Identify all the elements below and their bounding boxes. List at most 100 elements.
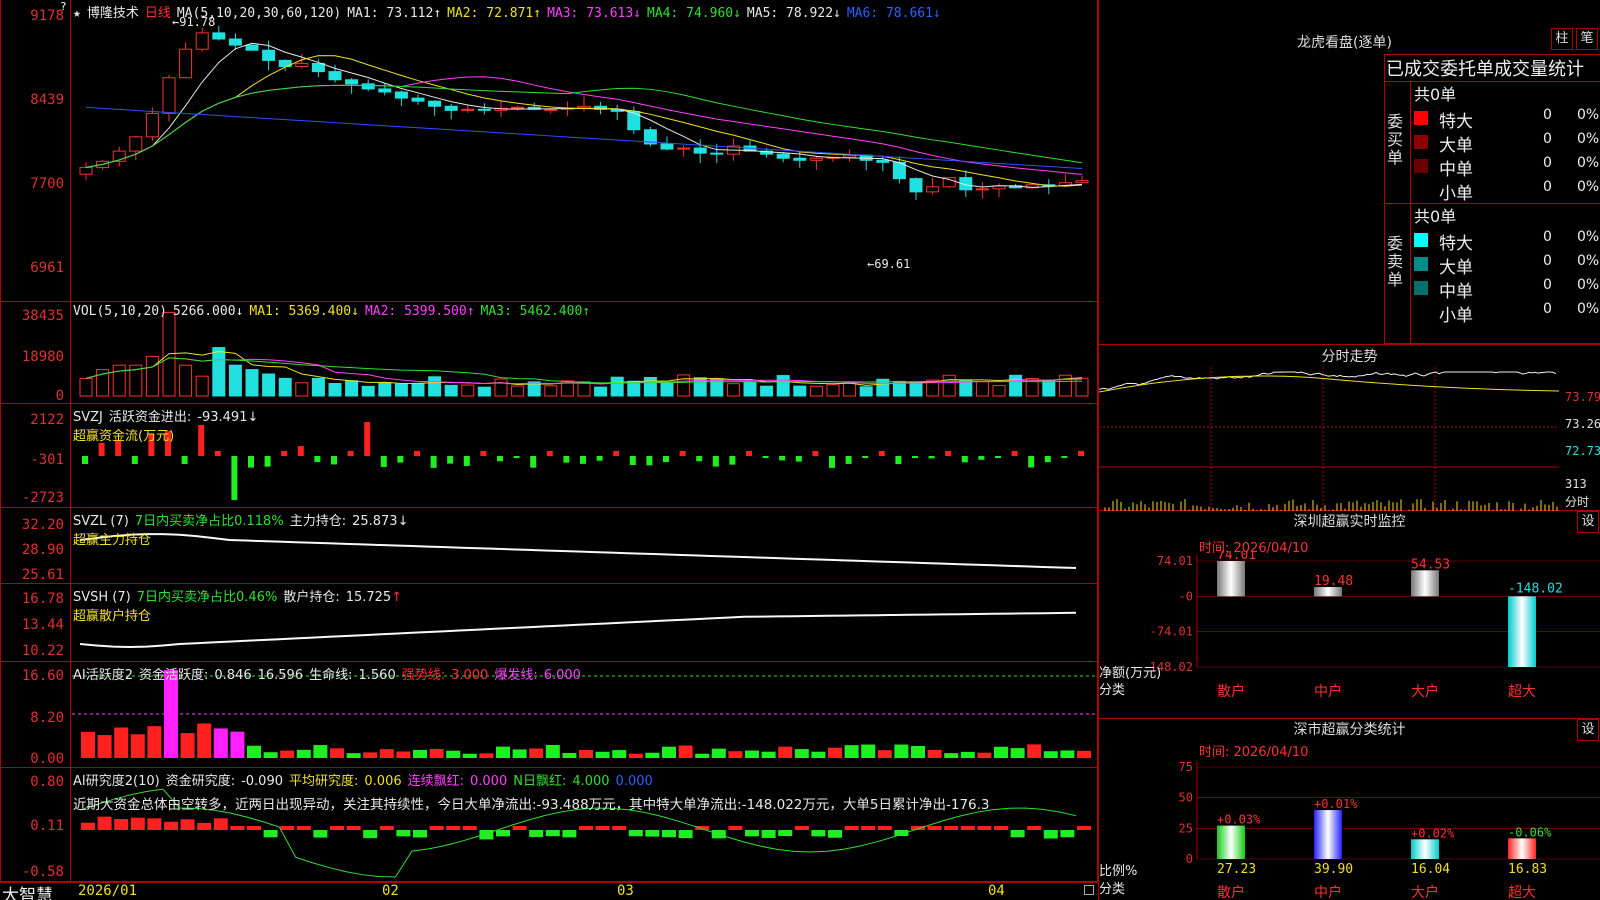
sz-monitor-settings-button[interactable]: 设 [1577, 511, 1599, 533]
dragon-table: 已成交委托单成交量统计 委买单 共0单 特大 0 0% 大单 0 0% 中单 0 0% 小单 0 0% 委… [1384, 54, 1600, 345]
research-bar [413, 830, 427, 838]
intraday-title: 分时走势 [1321, 349, 1378, 365]
ai-active-value2: 16.596 [257, 668, 304, 683]
volume-bar [909, 381, 923, 397]
monitor-bar-label: -148.02 [1508, 581, 1563, 596]
research-bar [944, 826, 959, 830]
svsh-label: SVSH (7) [73, 590, 131, 605]
research-bar [147, 818, 162, 830]
vol-ma-values: MA1: 5369.400↓ MA2: 5399.500↑ MA3: 5462.40… [249, 304, 596, 319]
buy-row-count: 0 [1543, 131, 1552, 147]
fund-flow-bar [181, 456, 188, 464]
research-bar [562, 830, 577, 838]
research-bar [545, 830, 560, 837]
ai-research-extra: 0.000 [615, 774, 653, 789]
intraday-panel[interactable]: 分时走势 73.79 73.26 72.73 313 分时 [1098, 345, 1600, 511]
sell-swatch [1414, 281, 1428, 295]
class-change-label: +0.01% [1314, 797, 1358, 811]
activity-bar [164, 670, 178, 758]
volume-bar [544, 385, 558, 397]
svzj-tick: 2122 [30, 412, 64, 428]
sz-class-settings-button[interactable]: 设 [1577, 719, 1599, 741]
favorite-star-icon[interactable]: ★ [73, 6, 81, 21]
activity-bar [1043, 751, 1058, 758]
fund-flow-bar [314, 456, 321, 462]
candle [876, 159, 890, 163]
sz-class-panel[interactable]: 深市超赢分类统计 设 时间: 2026/04/10 75 50 25 0 +0.03% 2… [1098, 719, 1600, 900]
activity-bar [529, 748, 544, 758]
kline-plot[interactable]: ←91.78 ←69.61 [72, 0, 1098, 301]
research-bar [280, 826, 295, 830]
price-tick: 7700 [30, 176, 64, 192]
monitor-bar [1508, 596, 1536, 667]
candle [843, 154, 857, 158]
tick-mode-button[interactable]: 笔 [1576, 28, 1598, 50]
activity-bar [828, 747, 842, 758]
kline-panel[interactable]: 9178 8439 7700 6961 ? ←91.78 ←69.61 ★ 博隆技术… [0, 0, 1098, 302]
buy-row-count: 0 [1543, 179, 1552, 195]
ai-research-tick: 0.80 [30, 774, 64, 790]
volume-bar [743, 381, 757, 397]
research-bar [247, 826, 261, 830]
research-bar [579, 826, 593, 830]
svzj-label: SVZJ [73, 410, 103, 425]
buy-swatch [1414, 159, 1428, 173]
class-bar [1508, 838, 1536, 859]
fund-flow-bar [297, 446, 304, 456]
svzj-tick: -301 [30, 452, 64, 468]
vol-value: 5266.000 [172, 304, 236, 319]
activity-bar [794, 749, 809, 758]
ma-value-4: MA4: 74.960↓ [647, 6, 741, 21]
monitor-category: 大户 [1411, 683, 1439, 700]
buy-swatch [1414, 135, 1428, 149]
svzl-panel[interactable]: 32.20 28.90 25.61 SVZL (7) 7日内买卖净占比0.118%… [0, 508, 1098, 584]
fund-flow-bar [131, 456, 138, 464]
dragon-panel[interactable]: 龙虎看盘(逐单) 柱 笔 已成交委托单成交量统计 委买单 共0单 特大 0 0% 大单 0 0… [1098, 0, 1600, 345]
research-bar [396, 830, 411, 837]
lock-icon[interactable] [1084, 885, 1094, 895]
burst-line-value: 6.000 [543, 668, 581, 683]
life-line-label: 生命线: [309, 668, 353, 683]
research-bar [296, 826, 311, 830]
sz-monitor-panel[interactable]: 深圳超赢实时监控 设 时间: 2026/04/10 74.01 -0 -74.01-… [1098, 511, 1600, 719]
sell-row-pct: 0% [1577, 229, 1600, 245]
period-label[interactable]: 日线 [145, 6, 171, 21]
kline-chart: ←91.78←69.61 [79, 15, 1089, 271]
research-bar [960, 826, 975, 830]
question-icon[interactable]: ? [60, 0, 68, 13]
research-bar [462, 826, 477, 830]
ai-active-name: 资金活跃度: [139, 668, 209, 683]
fund-flow-bar [829, 456, 835, 468]
bar-y-tick: -0 [1179, 589, 1193, 603]
svsh-tick: 10.22 [21, 643, 64, 659]
activity-bar [645, 752, 660, 758]
bar-y-tick: 74.01 [1157, 554, 1193, 568]
research-bar [1060, 830, 1075, 838]
ai-research-name: 资金研究度: [165, 774, 236, 789]
volume-panel[interactable]: 38435 18980 0 VOL(5,10,20) 5266.000↓ MA1: … [0, 302, 1098, 404]
fund-flow-bar [878, 451, 885, 456]
ai-research-panel[interactable]: 0.80 0.11 -0.58 AI研究度2(10) 资金研究度: -0.090 平均… [0, 768, 1098, 882]
bar-mode-button[interactable]: 柱 [1551, 28, 1573, 50]
svsh-arrow: ↑ [391, 590, 403, 605]
intraday-vol-tick: 313 [1565, 477, 1587, 491]
ai-active-tick: 16.60 [21, 668, 64, 684]
activity-bar [662, 746, 676, 758]
svsh-panel[interactable]: 16.78 13.44 10.22 SVSH (7) 7日内买卖净占比0.46% 散… [0, 584, 1098, 662]
activity-bar [213, 728, 228, 758]
research-bar [794, 826, 809, 830]
research-bar [512, 826, 527, 830]
svsh-header: SVSH (7) 7日内买卖净占比0.46% 散户持仓: 15.725↑ 超赢散户持仓 [73, 586, 408, 624]
research-bar [164, 821, 178, 830]
buy-row-count: 0 [1543, 155, 1552, 171]
fund-flow-bar [397, 456, 404, 463]
intraday-chart [1099, 367, 1560, 511]
research-bar [379, 826, 394, 830]
fund-flow-bar [629, 456, 636, 466]
candle [295, 62, 309, 68]
volume-bar [726, 383, 740, 397]
svzj-panel[interactable]: 2122 -301 -2723 SVZJ 活跃资金进出: -93.491↓ 超赢资金… [0, 404, 1098, 508]
class-bar [1217, 825, 1245, 859]
monitor-category: 超大 [1508, 684, 1536, 700]
ai-active-panel[interactable]: 16.60 8.20 0.00 AI活跃度2 资金活跃度: 0.846 16.596 生… [0, 662, 1098, 768]
